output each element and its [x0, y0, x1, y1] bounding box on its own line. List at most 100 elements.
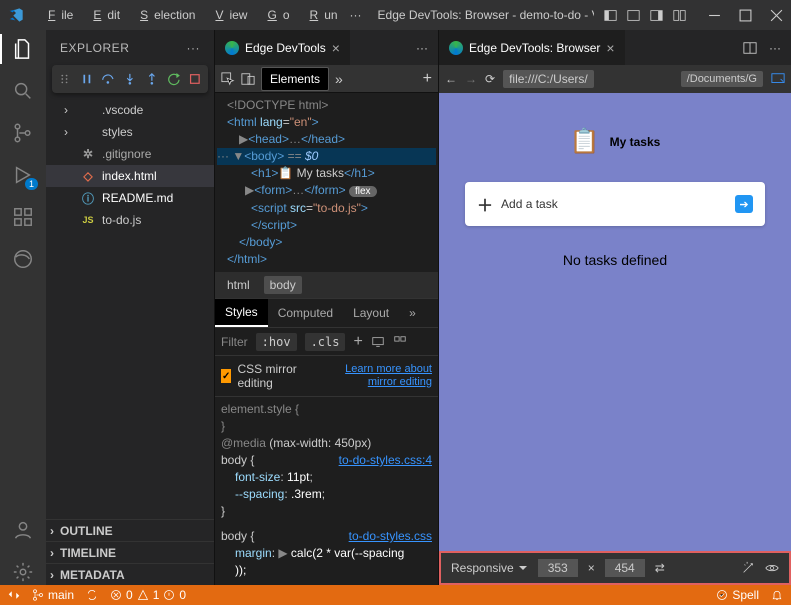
- status-bar: main 0 1 0 Spell: [0, 585, 791, 605]
- mirror-checkbox[interactable]: ✓: [221, 369, 231, 383]
- timeline-panel-header[interactable]: ›TIMELINE: [46, 541, 214, 563]
- device-icon[interactable]: [371, 335, 385, 349]
- explorer-sidebar: EXPLORER ··· ›.vscode›styles✲.gitignore◇…: [46, 30, 214, 585]
- activity-edge-tools[interactable]: [10, 246, 36, 272]
- device-mode-dropdown[interactable]: Responsive: [451, 561, 528, 575]
- close-icon[interactable]: [770, 9, 783, 22]
- file-tree-item[interactable]: ✲.gitignore: [46, 143, 214, 165]
- maximize-icon[interactable]: [739, 9, 752, 22]
- filter-input[interactable]: Filter: [221, 335, 248, 349]
- dom-tree[interactable]: <!DOCTYPE html> <html lang="en"> ▶<head>…: [215, 93, 438, 272]
- flex-overlay-icon[interactable]: [393, 335, 407, 349]
- browser-editor: Edge DevTools: Browser × ··· ← → ⟳ file:…: [438, 30, 791, 585]
- metadata-panel-header[interactable]: ›METADATA: [46, 563, 214, 585]
- tab-layout[interactable]: Layout: [343, 300, 399, 326]
- tab-edge-browser[interactable]: Edge DevTools: Browser ×: [439, 30, 626, 65]
- remote-indicator[interactable]: [8, 589, 20, 601]
- clipboard-icon: 📋: [570, 127, 600, 156]
- step-into-icon[interactable]: [123, 72, 137, 86]
- reload-icon[interactable]: ⟳: [485, 72, 495, 86]
- cls-toggle[interactable]: .cls: [305, 333, 346, 351]
- url-overflow: /Documents/G: [681, 71, 763, 87]
- activity-search[interactable]: [10, 78, 36, 104]
- split-editor-icon[interactable]: [743, 41, 757, 55]
- activity-run-debug[interactable]: 1: [10, 162, 36, 188]
- breadcrumb: html body: [215, 272, 438, 298]
- activity-settings[interactable]: [10, 559, 36, 585]
- tab-styles[interactable]: Styles: [215, 299, 268, 327]
- add-task-input[interactable]: ＋ Add a task ➔: [465, 182, 765, 226]
- menu-run[interactable]: Run: [298, 4, 344, 26]
- forward-icon[interactable]: →: [465, 72, 477, 86]
- tab-computed[interactable]: Computed: [268, 300, 343, 326]
- screencast-icon[interactable]: [771, 72, 785, 86]
- file-tree-item[interactable]: ›.vscode: [46, 99, 214, 121]
- more-tabs-icon[interactable]: »: [335, 71, 343, 87]
- debug-toolbar[interactable]: [52, 65, 208, 93]
- tab-close-icon[interactable]: ×: [332, 40, 340, 56]
- devtools-editor: Edge DevTools × ··· Elements » + <!DOCTY…: [214, 30, 438, 585]
- menu-overflow[interactable]: ···: [344, 4, 368, 26]
- device-width-input[interactable]: [538, 559, 578, 577]
- toggle-panel-right-icon[interactable]: [650, 9, 663, 22]
- menu-selection[interactable]: Selection: [128, 4, 201, 26]
- hov-toggle[interactable]: :hov: [256, 333, 297, 351]
- mirror-learn-more-link[interactable]: Learn more about mirror editing: [317, 363, 432, 389]
- file-tree-item[interactable]: ◇index.html: [46, 165, 214, 187]
- outline-panel-header[interactable]: ›OUTLINE: [46, 519, 214, 541]
- vision-icon[interactable]: [765, 561, 779, 575]
- explorer-more-icon[interactable]: ···: [187, 41, 201, 55]
- menu-bar: File Edit Selection View Go Run: [36, 4, 344, 26]
- notifications-icon[interactable]: [771, 589, 783, 601]
- inspect-icon[interactable]: [221, 72, 235, 86]
- tab-more-icon[interactable]: »: [399, 300, 426, 326]
- add-tab-icon[interactable]: +: [423, 70, 432, 88]
- url-bar[interactable]: file:///C:/Users/: [503, 70, 594, 88]
- file-tree-item[interactable]: ⓘREADME.md: [46, 187, 214, 209]
- step-over-icon[interactable]: [101, 72, 115, 86]
- activity-extensions[interactable]: [10, 204, 36, 230]
- device-toggle-icon[interactable]: [241, 72, 255, 86]
- git-branch[interactable]: main: [32, 588, 74, 602]
- stop-icon[interactable]: [188, 72, 202, 86]
- mirror-label: CSS mirror editing: [237, 362, 310, 390]
- menu-file[interactable]: File: [36, 4, 79, 26]
- file-tree-item[interactable]: JSto-do.js: [46, 209, 214, 231]
- dimension-separator: ×: [588, 561, 595, 575]
- sync-icon[interactable]: [86, 589, 98, 601]
- breadcrumb-body[interactable]: body: [264, 276, 302, 294]
- tab-overflow-icon[interactable]: ···: [416, 41, 428, 55]
- elements-tab[interactable]: Elements: [261, 67, 329, 91]
- new-rule-icon[interactable]: +: [353, 333, 362, 351]
- tab-overflow-icon[interactable]: ···: [769, 41, 781, 55]
- styles-pane[interactable]: element.style { } @media (max-width: 450…: [215, 397, 438, 585]
- minimize-icon[interactable]: [708, 9, 721, 22]
- activity-source-control[interactable]: [10, 120, 36, 146]
- activity-explorer[interactable]: [10, 36, 36, 62]
- spell-indicator[interactable]: Spell: [716, 588, 759, 602]
- pause-icon[interactable]: [80, 72, 94, 86]
- rotate-icon[interactable]: ⇄: [655, 561, 665, 575]
- problems-indicator[interactable]: 0 1 0: [110, 588, 186, 602]
- submit-task-icon[interactable]: ➔: [735, 195, 753, 213]
- edge-icon: [225, 41, 239, 55]
- restart-icon[interactable]: [167, 72, 181, 86]
- activity-accounts[interactable]: [10, 517, 36, 543]
- drag-handle-icon[interactable]: [58, 72, 72, 86]
- menu-go[interactable]: Go: [255, 4, 295, 26]
- customize-layout-icon[interactable]: [673, 9, 686, 22]
- breadcrumb-html[interactable]: html: [221, 276, 256, 294]
- tab-close-icon[interactable]: ×: [606, 40, 614, 56]
- file-tree-item[interactable]: ›styles: [46, 121, 214, 143]
- toggle-panel-left-icon[interactable]: [604, 9, 617, 22]
- magic-icon[interactable]: [741, 561, 755, 575]
- browser-viewport: 📋My tasks ＋ Add a task ➔ No tasks define…: [439, 93, 791, 551]
- tab-edge-devtools[interactable]: Edge DevTools ×: [215, 30, 351, 65]
- device-height-input[interactable]: [605, 559, 645, 577]
- toggle-panel-bottom-icon[interactable]: [627, 9, 640, 22]
- plus-icon: ＋: [477, 192, 493, 216]
- back-icon[interactable]: ←: [445, 72, 457, 86]
- step-out-icon[interactable]: [145, 72, 159, 86]
- menu-view[interactable]: View: [203, 4, 253, 26]
- menu-edit[interactable]: Edit: [81, 4, 126, 26]
